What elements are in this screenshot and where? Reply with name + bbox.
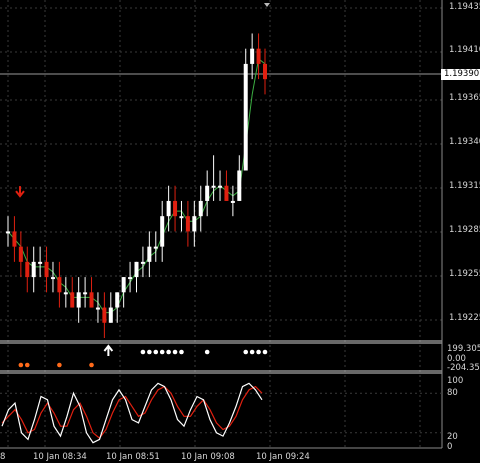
- indicator-max-label: 199.3052: [447, 344, 480, 354]
- stoch-label-80: 80: [447, 388, 458, 398]
- price-label: 1.19340: [449, 137, 480, 147]
- dot-signal-white: [249, 349, 255, 355]
- candle-bull: [205, 185, 210, 201]
- dot-signal-white: [262, 349, 268, 355]
- stoch-signal-line: [1, 385, 263, 439]
- dot-signal-white: [147, 349, 152, 355]
- candle-bull: [230, 200, 235, 203]
- candle-bull: [128, 277, 133, 280]
- candle-bull: [218, 185, 223, 188]
- dot-signal-orange: [18, 362, 24, 368]
- dot-signal-white: [166, 349, 171, 355]
- candle-bear: [185, 216, 190, 232]
- candle-bear: [173, 200, 178, 217]
- candle-bear: [57, 277, 62, 293]
- dot-signal-white: [153, 349, 159, 355]
- time-label: 8: [0, 452, 6, 462]
- candle-bull: [198, 200, 203, 217]
- chart-canvas[interactable]: [0, 0, 480, 463]
- candle-bull: [160, 216, 165, 247]
- dot-signal-white: [179, 349, 184, 355]
- dot-signal-white: [172, 349, 178, 355]
- candle-bear: [102, 307, 107, 323]
- indicator-min-label: -204.3559: [447, 363, 480, 373]
- candle-bear: [256, 48, 261, 64]
- candle-bull: [192, 216, 197, 232]
- stoch-label-100: 100: [447, 376, 464, 386]
- candle-bull: [166, 200, 171, 217]
- candle-bear: [224, 185, 229, 201]
- dot-signal-orange: [89, 362, 94, 368]
- candle-bear: [263, 63, 267, 80]
- price-label: 1.19225: [449, 313, 480, 323]
- price-label: 1.19410: [449, 45, 480, 55]
- candle-bull: [134, 261, 139, 278]
- candle-bull: [63, 292, 68, 295]
- candle-bear: [44, 261, 49, 278]
- sell-arrow-icon: [15, 186, 25, 198]
- candle-bear: [89, 292, 94, 308]
- candle-bull: [83, 292, 88, 295]
- time-label: 10 Jan 09:08: [181, 452, 235, 462]
- candle-bull: [95, 307, 100, 310]
- candle-bull: [115, 292, 120, 308]
- dot-signal-white: [204, 349, 210, 355]
- candle-bull: [237, 170, 242, 201]
- candle-bear: [12, 231, 17, 247]
- dot-signal-white: [256, 349, 261, 355]
- time-label: 10 Jan 08:51: [106, 452, 160, 462]
- candle-bull: [211, 185, 216, 188]
- candle-bull: [38, 261, 43, 264]
- candle-bull: [121, 277, 126, 293]
- time-label: 10 Jan 09:24: [256, 452, 310, 462]
- dot-signal-orange: [24, 362, 30, 368]
- candle-bull: [31, 261, 36, 278]
- buy-arrow-icon: [103, 344, 114, 356]
- dot-signal-white: [159, 349, 165, 355]
- chart-shift-marker: [264, 3, 270, 7]
- candle-bull: [140, 261, 145, 264]
- price-label: 1.19255: [449, 269, 480, 279]
- stoch-label-20: 20: [447, 432, 458, 442]
- candle-bull: [50, 277, 55, 280]
- candle-bear: [25, 261, 30, 278]
- candle-bull: [6, 231, 10, 234]
- candle-bull: [243, 63, 248, 171]
- stoch-label-0: 0: [447, 442, 453, 452]
- trading-chart-window: 1.19435 1.19410 1.19365 1.19340 1.19315 …: [0, 0, 480, 463]
- candle-bear: [18, 246, 23, 262]
- current-price-tag: 1.19390: [441, 69, 480, 80]
- dot-signal-orange: [57, 362, 62, 368]
- candle-bull: [179, 216, 184, 219]
- candle-bull: [108, 307, 113, 323]
- price-label: 1.19435: [449, 2, 480, 12]
- time-label: 10 Jan 08:34: [33, 452, 87, 462]
- price-label: 1.19285: [449, 225, 480, 235]
- dot-signal-white: [243, 349, 249, 355]
- price-label: 1.19315: [449, 181, 480, 191]
- price-label: 1.19365: [449, 93, 480, 103]
- candle-bull: [250, 48, 255, 64]
- candle-bull: [147, 246, 152, 262]
- candle-bear: [70, 292, 75, 308]
- candle-bull: [76, 292, 81, 308]
- dot-signal-white: [140, 349, 146, 355]
- candle-bull: [153, 246, 158, 249]
